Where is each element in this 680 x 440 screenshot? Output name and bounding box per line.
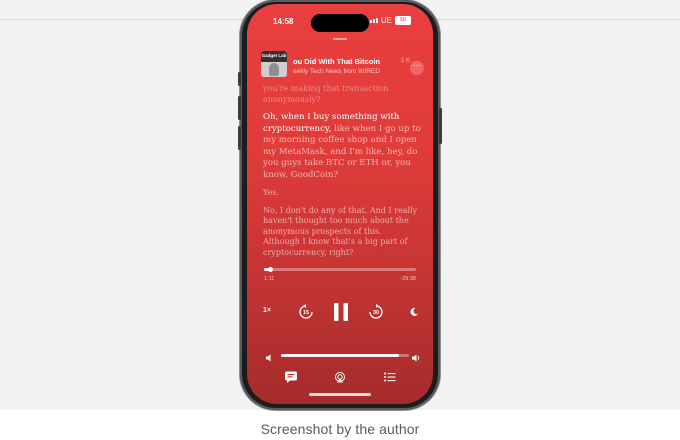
volume-up-button [238,96,241,120]
player-toolbar [247,366,433,386]
volume-slider[interactable] [281,354,409,357]
volume-high-icon [411,350,421,362]
playback-speed-button[interactable]: 1× [263,307,271,314]
scrubber-knob[interactable] [268,267,274,272]
list-icon [384,372,396,382]
pause-icon [334,303,348,321]
skip-back-icon: 15 [299,304,313,319]
pause-button[interactable] [331,301,351,323]
status-indicators: UE 50 [366,16,411,25]
volume-control [263,350,421,362]
transcript-line-previous: you're making that transaction anonymous… [263,84,389,104]
sheet-grabber[interactable] [333,38,347,40]
battery-icon: 50 [395,16,411,25]
transcript-view[interactable]: you're making that transaction anonymous… [263,84,421,265]
airplay-icon [335,372,345,383]
volume-level [281,354,399,357]
airplay-button[interactable] [333,370,347,383]
transcript-line-next: No, I don't do any of that. And I really… [263,205,418,257]
carrier-label: UE [380,16,392,25]
transcript-button[interactable] [284,370,298,383]
volume-down-button [238,126,241,150]
action-button [238,72,241,86]
show-subtitle[interactable]: eekly Tech News from WIRED [293,68,403,75]
volume-low-icon [265,350,275,362]
quote-bubble-icon [285,371,297,383]
moon-icon [410,307,418,316]
podcast-artwork[interactable]: Gadget Lab [261,51,287,77]
skip-forward-icon: 30 [369,304,383,319]
transcript-line-current: Oh, when I buy something with cryptocurr… [263,112,421,181]
more-options-button[interactable]: ··· [410,61,424,75]
skip-forward-button[interactable]: 30 [367,303,385,321]
playback-scrubber[interactable] [264,267,416,272]
header-tag: 1 K [401,58,411,64]
status-time: 14:58 [273,17,294,26]
sleep-timer-button[interactable] [409,307,419,317]
playback-controls: 1× 15 30 [247,300,433,324]
svg-text:15: 15 [303,310,309,316]
side-button [439,108,442,144]
home-indicator[interactable] [309,393,371,396]
remaining-time: -29:38 [400,276,416,282]
image-caption: Screenshot by the author [260,421,420,437]
artwork-title: Gadget Lab [261,53,287,58]
screenshot-stage: 14:58 UE 50 Gadget Lab ou Did With That [0,0,680,410]
phone-frame: 14:58 UE 50 Gadget Lab ou Did With That [238,0,442,410]
player-screen: 14:58 UE 50 Gadget Lab ou Did With That [247,4,433,404]
episode-title[interactable]: ou Did With That Bitcoin [293,57,403,66]
dynamic-island [311,14,369,32]
svg-text:30: 30 [373,310,379,316]
up-next-button[interactable] [383,370,397,382]
skip-back-button[interactable]: 15 [297,303,315,321]
elapsed-time: 1:11 [264,276,275,282]
transcript-line-reply: Yes. [263,188,279,197]
now-playing-header: Gadget Lab ou Did With That Bitcoin eekl… [261,48,425,82]
